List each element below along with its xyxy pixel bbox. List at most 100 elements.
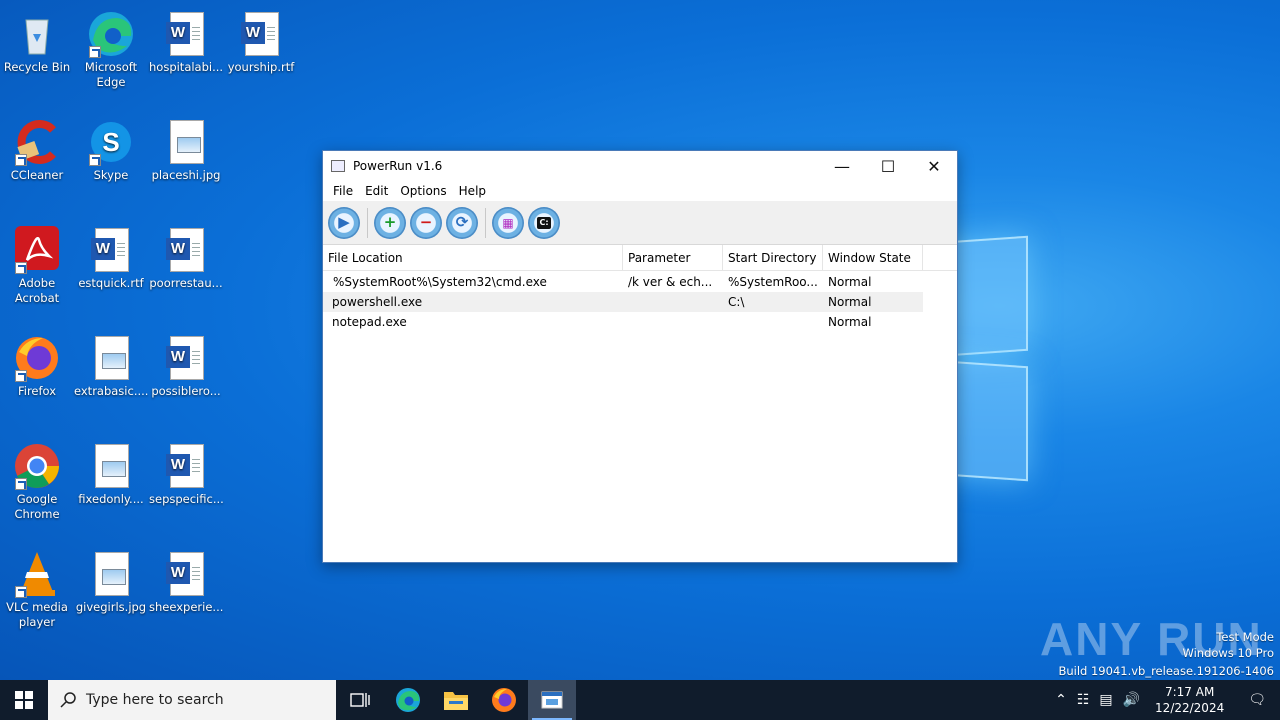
recycle-bin-icon (13, 10, 61, 58)
ccleaner-icon (13, 118, 61, 166)
skype-icon: S (87, 118, 135, 166)
edge-icon (396, 688, 420, 712)
window-title: PowerRun v1.6 (353, 159, 443, 173)
image-file-icon (87, 442, 135, 490)
watermark-build: Build 19041.vb_release.191206-1406 (1058, 664, 1274, 678)
remove-button[interactable]: − (410, 206, 442, 239)
search-icon (60, 692, 76, 708)
notification-icon[interactable]: 🗨 (1234, 692, 1280, 708)
desktop-icon-recycle-bin[interactable]: Recycle Bin (0, 4, 74, 75)
image-file-icon (87, 550, 135, 598)
taskbar-file-explorer[interactable] (432, 680, 480, 720)
desktop: Recycle Bin CCleaner Adobe Acrobat Firef… (0, 0, 1280, 680)
list-row[interactable]: %SystemRoot%\System32\cmd.exe /k ver & e… (323, 272, 923, 292)
desktop-icon-placeshi[interactable]: placeshi.jpg (149, 112, 223, 183)
add-button[interactable]: + (374, 206, 406, 239)
desktop-icon-sheexperie[interactable]: W sheexperie... (149, 544, 223, 615)
watermark-test-mode: Test Mode (1216, 630, 1274, 644)
grid-icon: ▦ (502, 215, 514, 230)
desktop-icon-fixedonly[interactable]: fixedonly.... (74, 436, 148, 507)
word-document-icon: W (162, 226, 210, 274)
search-placeholder: Type here to search (86, 692, 224, 708)
clock[interactable]: 7:17 AM 12/22/2024 (1145, 684, 1234, 716)
word-document-icon: W (87, 226, 135, 274)
desktop-icon-yourship[interactable]: W yourship.rtf (224, 4, 298, 75)
start-button[interactable] (0, 680, 48, 720)
firefox-icon (13, 334, 61, 382)
volume-icon[interactable]: 🔊 (1118, 692, 1145, 708)
clock-time: 7:17 AM (1164, 685, 1215, 699)
column-window-state[interactable]: Window State (823, 245, 923, 270)
desktop-icon-poorrestau[interactable]: W poorrestau... (149, 220, 223, 291)
desktop-icon-google-chrome[interactable]: Google Chrome (0, 436, 74, 522)
taskbar-firefox[interactable] (480, 680, 528, 720)
powerrun-window[interactable]: PowerRun v1.6 — ☐ ✕ File Edit Options He… (322, 150, 958, 563)
minus-icon: − (419, 213, 433, 231)
desktop-icon-skype[interactable]: S Skype (74, 112, 148, 183)
word-document-icon: W (162, 550, 210, 598)
image-file-icon (162, 118, 210, 166)
edge-icon (87, 10, 135, 58)
taskbar: Type here to search ⌃ ☷ ▤ 🔊 7:17 AM 12/2… (0, 680, 1280, 720)
taskbar-search-box[interactable]: Type here to search (48, 680, 336, 720)
list-header: File Location Parameter Start Directory … (323, 245, 957, 271)
desktop-icon-ccleaner[interactable]: CCleaner (0, 112, 74, 183)
taskbar-powerrun[interactable] (528, 680, 576, 720)
menu-help[interactable]: Help (453, 184, 492, 198)
minimize-button[interactable]: — (819, 151, 865, 181)
menu-file[interactable]: File (327, 184, 359, 198)
word-document-icon: W (162, 334, 210, 382)
column-file-location[interactable]: File Location (323, 245, 623, 270)
desktop-icon-adobe-acrobat[interactable]: Adobe Acrobat (0, 220, 74, 306)
run-button[interactable]: ▶ (328, 206, 360, 239)
word-document-icon: W (237, 10, 285, 58)
toolbar: ▶ + − ⟳ ▦ C: (323, 201, 957, 245)
task-view-icon (350, 693, 370, 707)
firefox-icon (492, 688, 516, 712)
menu-edit[interactable]: Edit (359, 184, 394, 198)
desktop-icon-givegirls[interactable]: givegirls.jpg (74, 544, 148, 615)
list-row[interactable]: powershell.exe C:\ Normal (323, 292, 923, 312)
maximize-button[interactable]: ☐ (865, 151, 911, 181)
refresh-icon: ⟳ (455, 213, 469, 231)
taskbar-edge[interactable] (384, 680, 432, 720)
menu-grid-button[interactable]: ▦ (492, 206, 524, 239)
word-document-icon: W (162, 10, 210, 58)
cmd-button[interactable]: C: (528, 206, 560, 239)
menu-bar: File Edit Options Help (323, 181, 957, 201)
windows-start-icon (15, 691, 33, 709)
vlc-icon (13, 550, 61, 598)
desktop-icon-microsoft-edge[interactable]: Microsoft Edge (74, 4, 148, 90)
network-icon[interactable]: ☷ (1072, 692, 1095, 708)
desktop-icon-vlc[interactable]: VLC media player (0, 544, 74, 630)
ethernet-icon[interactable]: ▤ (1094, 692, 1117, 708)
menu-options[interactable]: Options (394, 184, 452, 198)
cmd-icon: C: (537, 216, 551, 229)
play-icon: ▶ (338, 213, 350, 231)
system-tray: ⌃ ☷ ▤ 🔊 7:17 AM 12/22/2024 🗨 (1050, 680, 1280, 720)
desktop-icon-possiblero[interactable]: W possiblero... (149, 328, 223, 399)
clock-date: 12/22/2024 (1155, 701, 1225, 715)
desktop-icon-extrabasic[interactable]: extrabasic.... (74, 328, 148, 399)
desktop-icon-sepspecific[interactable]: W sepspecific... (149, 436, 224, 507)
refresh-button[interactable]: ⟳ (446, 206, 478, 239)
plus-icon: + (383, 213, 397, 231)
show-hidden-icons-chevron-icon[interactable]: ⌃ (1050, 692, 1072, 708)
folder-icon (444, 692, 468, 710)
desktop-icon-estquick[interactable]: W estquick.rtf (74, 220, 148, 291)
adobe-acrobat-icon (13, 226, 61, 274)
title-bar[interactable]: PowerRun v1.6 — ☐ ✕ (323, 151, 957, 181)
svg-text:S: S (102, 127, 119, 157)
column-parameter[interactable]: Parameter (623, 245, 723, 270)
close-button[interactable]: ✕ (911, 151, 957, 181)
powerrun-app-icon (541, 691, 563, 709)
app-icon (331, 160, 345, 172)
word-document-icon: W (162, 442, 210, 490)
chrome-icon (13, 442, 61, 490)
list-row[interactable]: notepad.exe Normal (323, 312, 923, 332)
task-view-button[interactable] (336, 680, 384, 720)
desktop-icon-firefox[interactable]: Firefox (0, 328, 74, 399)
image-file-icon (87, 334, 135, 382)
column-start-directory[interactable]: Start Directory (723, 245, 823, 270)
desktop-icon-hospitalabi[interactable]: W hospitalabi... (149, 4, 223, 75)
